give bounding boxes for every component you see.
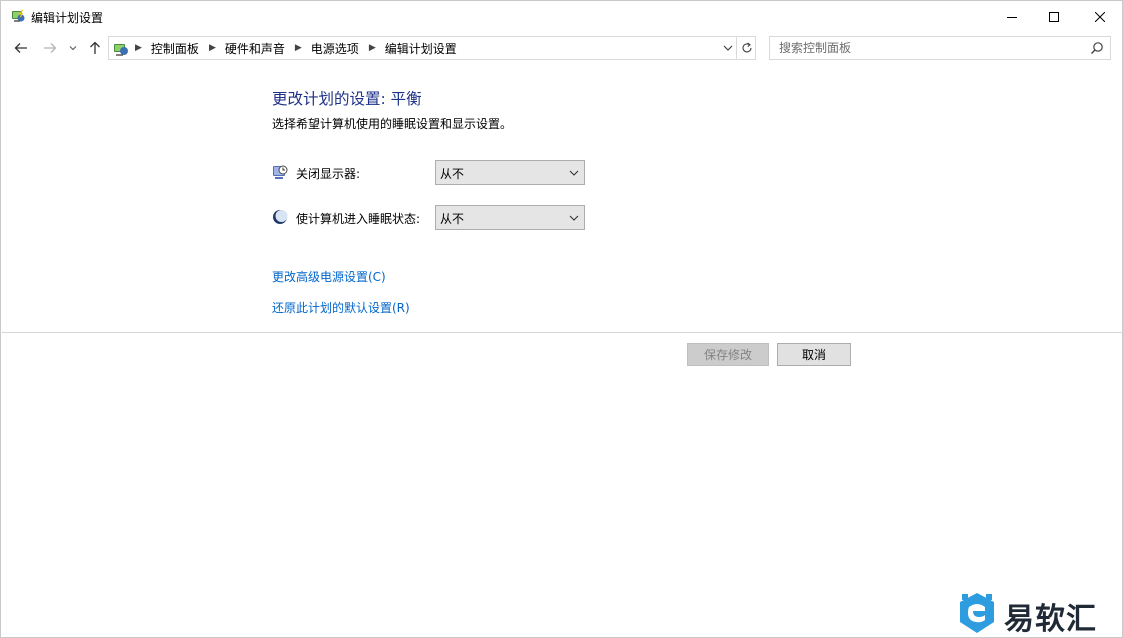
back-button[interactable]: [12, 38, 30, 58]
watermark-logo-icon: [956, 591, 998, 635]
cancel-button[interactable]: 取消: [777, 343, 851, 366]
breadcrumb-separator-icon: ▶: [294, 43, 302, 53]
advanced-power-settings-link[interactable]: 更改高级电源设置(C): [272, 268, 386, 285]
address-dropdown-button[interactable]: [720, 37, 736, 59]
watermark-text: 易软汇: [1004, 602, 1097, 637]
breadcrumb-item-power-options[interactable]: 电源选项: [311, 40, 359, 57]
minimize-button[interactable]: [989, 1, 1035, 32]
breadcrumb-item-edit-plan[interactable]: 编辑计划设置: [385, 40, 457, 57]
sleep-label: 使计算机进入睡眠状态:: [296, 212, 421, 226]
close-button[interactable]: [1077, 1, 1122, 32]
chevron-down-icon: [723, 45, 733, 51]
control-panel-icon: [112, 40, 130, 58]
monitor-icon: [272, 164, 288, 180]
maximize-icon: [1049, 11, 1059, 22]
search-input[interactable]: [770, 37, 1080, 59]
arrow-left-icon: [14, 43, 27, 53]
watermark: 易软汇: [956, 591, 1116, 637]
display-off-label: 关闭显示器:: [296, 167, 361, 181]
breadcrumb-item-control-panel[interactable]: 控制面板: [151, 40, 199, 57]
sleep-value: 从不: [440, 212, 465, 226]
sleep-select[interactable]: 从不: [435, 205, 585, 230]
breadcrumb-separator-icon: ▶: [368, 43, 376, 53]
power-options-icon: [10, 8, 26, 24]
chevron-down-icon: [569, 215, 579, 221]
breadcrumb: ▶ 控制面板 ▶ 硬件和声音 ▶ 电源选项 ▶ 编辑计划设置: [133, 37, 457, 59]
up-button[interactable]: [86, 38, 104, 58]
window-title: 编辑计划设置: [31, 11, 104, 25]
address-bar[interactable]: ▶ 控制面板 ▶ 硬件和声音 ▶ 电源选项 ▶ 编辑计划设置: [108, 36, 756, 60]
refresh-icon: [742, 42, 752, 53]
sleep-moon-icon: [272, 209, 288, 225]
window: 编辑计划设置 ▶ 控制面板 ▶ 硬件和声音 ▶ 电源选项 ▶ 编辑计划设置 搜索…: [0, 0, 1123, 638]
minimize-icon: [1007, 16, 1017, 18]
chevron-down-icon: [569, 170, 579, 176]
navigation-bar: ▶ 控制面板 ▶ 硬件和声音 ▶ 电源选项 ▶ 编辑计划设置: [1, 34, 1122, 62]
search-icon[interactable]: [1090, 41, 1104, 55]
save-changes-button[interactable]: 保存修改: [687, 343, 769, 366]
breadcrumb-item-hardware-sound[interactable]: 硬件和声音: [225, 40, 285, 57]
display-off-value: 从不: [440, 167, 465, 181]
restore-defaults-link[interactable]: 还原此计划的默认设置(R): [272, 299, 410, 316]
maximize-button[interactable]: [1031, 1, 1077, 32]
display-off-select[interactable]: 从不: [435, 160, 585, 185]
breadcrumb-separator-icon: ▶: [135, 43, 142, 53]
close-icon: [1095, 11, 1105, 22]
arrow-right-icon: [44, 43, 57, 53]
title-bar: 编辑计划设置: [1, 1, 1122, 32]
page-title: 更改计划的设置: 平衡: [272, 90, 422, 108]
forward-button[interactable]: [41, 38, 59, 58]
breadcrumb-separator-icon: ▶: [208, 43, 216, 53]
recent-locations-button[interactable]: [66, 38, 80, 58]
search-box[interactable]: [769, 36, 1111, 60]
chevron-down-icon: [69, 46, 77, 51]
arrow-up-icon: [90, 41, 100, 54]
divider: [2, 332, 1122, 333]
refresh-button[interactable]: [736, 37, 756, 59]
page-description: 选择希望计算机使用的睡眠设置和显示设置。: [272, 117, 513, 131]
